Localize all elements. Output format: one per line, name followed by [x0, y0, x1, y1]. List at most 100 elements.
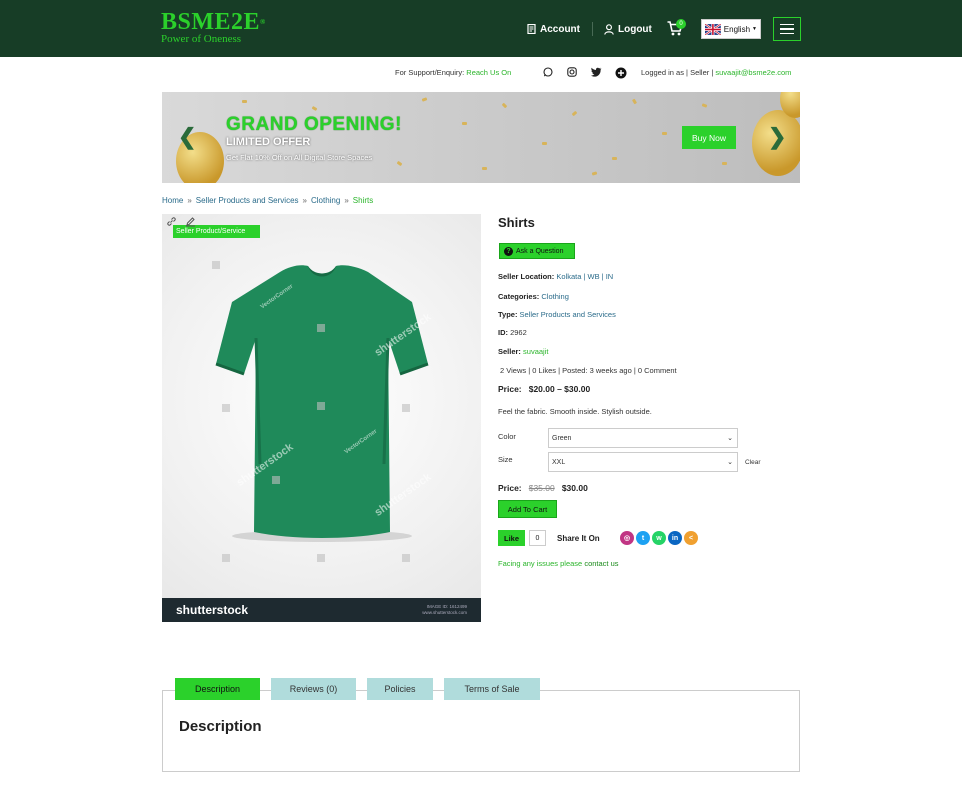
share-icon[interactable]: <: [684, 531, 698, 545]
support-label: For Support/Enquiry:: [395, 68, 465, 77]
watermark-square: [222, 554, 230, 562]
logged-in-label: Logged in as: [641, 68, 684, 77]
confetti: [242, 100, 247, 103]
logout-link[interactable]: Logout: [604, 19, 652, 39]
breadcrumb-separator: »: [302, 196, 307, 205]
tab-description[interactable]: Description: [175, 678, 260, 700]
tab-reviews[interactable]: Reviews (0): [271, 678, 356, 700]
image-tools: [166, 216, 196, 227]
whatsapp-icon[interactable]: w: [652, 531, 666, 545]
type-value[interactable]: Seller Products and Services: [520, 310, 616, 319]
breadcrumb-separator: »: [187, 196, 192, 205]
language-select[interactable]: English ▼: [701, 19, 761, 39]
breadcrumb-home[interactable]: Home: [162, 196, 183, 205]
breadcrumb-separator: »: [344, 196, 349, 205]
link-icon[interactable]: [166, 216, 177, 227]
banner-next-arrow[interactable]: ❯: [768, 126, 786, 148]
footer-info: IMAGE ID: 1612499 www.shutterstock.com: [422, 604, 467, 616]
banner-title: GRAND OPENING!: [226, 114, 402, 135]
size-label: Size: [498, 455, 513, 464]
linkedin-icon[interactable]: in: [668, 531, 682, 545]
price-label: Price:: [498, 384, 522, 394]
watermark-square: [317, 554, 325, 562]
plus-circle-icon[interactable]: [615, 67, 627, 79]
like-count: 0: [529, 530, 546, 546]
nav-divider: [592, 22, 593, 36]
chevron-down-icon: ▼: [752, 26, 757, 32]
breadcrumb: Home» Seller Products and Services» Clothi…: [162, 196, 373, 205]
uk-flag-icon: [705, 23, 721, 35]
reach-us-link[interactable]: Reach Us On: [466, 68, 511, 77]
footer-info-line: www.shutterstock.com: [422, 610, 467, 615]
twitter-icon[interactable]: [591, 67, 602, 77]
logo-brand: BSME2E®: [161, 9, 266, 35]
twitter-icon[interactable]: t: [636, 531, 650, 545]
price-range-value: $20.00 – $30.00: [528, 384, 591, 394]
new-price: $30.00: [561, 483, 588, 493]
confetti: [421, 97, 428, 102]
account-link[interactable]: Account: [527, 19, 580, 39]
watermark-square: [317, 324, 325, 332]
product-image[interactable]: shutterstock shutterstock shutterstock V…: [162, 214, 481, 622]
hamburger-line: [780, 23, 794, 26]
ask-question-button[interactable]: ? Ask a Question: [499, 243, 575, 259]
clear-variation-link[interactable]: Clear: [745, 459, 761, 466]
color-select-value: Green: [552, 434, 572, 442]
seller-label: Seller:: [498, 347, 521, 356]
share-label: Share It On: [557, 534, 600, 543]
confetti: [701, 103, 708, 108]
like-button[interactable]: Like: [498, 530, 525, 546]
confetti: [631, 98, 638, 105]
watermark-square: [402, 404, 410, 412]
instagram-icon[interactable]: [567, 67, 577, 77]
confetti: [722, 162, 727, 165]
seller-location-value[interactable]: Kolkata | WB | IN: [556, 272, 613, 281]
seller-link[interactable]: suvaajit: [523, 347, 548, 356]
breadcrumb-clothing[interactable]: Clothing: [311, 196, 340, 205]
user-email-link[interactable]: suvaajit@bsme2e.com: [715, 68, 791, 77]
type-label: Type:: [498, 310, 518, 319]
description-heading: Description: [179, 718, 262, 735]
site-logo[interactable]: BSME2E® Power of Oneness: [161, 10, 266, 45]
tab-policies[interactable]: Policies: [367, 678, 433, 700]
product-type: Type: Seller Products and Services: [498, 310, 616, 319]
account-icon: [527, 24, 536, 34]
report-issue-text: Facing any issues please: [498, 559, 583, 568]
confetti: [396, 160, 403, 167]
product-id: ID: 2962: [498, 328, 527, 337]
cart-count-badge: 0: [676, 19, 686, 29]
size-select[interactable]: XXL ⌄: [548, 452, 738, 472]
confetti: [571, 110, 578, 117]
price-range: Price: $20.00 – $30.00: [498, 384, 590, 394]
id-label: ID:: [498, 328, 508, 337]
categories: Categories: Clothing: [498, 292, 569, 301]
watermark-square: [212, 261, 220, 269]
confetti: [591, 171, 598, 176]
buy-now-button[interactable]: Buy Now: [682, 126, 736, 149]
whatsapp-icon[interactable]: [543, 67, 553, 77]
promo-banner[interactable]: ❮ ❯ GRAND OPENING! LIMITED OFFER Get Fla…: [162, 92, 800, 183]
report-issue: Facing any issues please contact us: [498, 559, 619, 568]
footer-info-line: IMAGE ID: 1612499: [426, 604, 467, 609]
breadcrumb-current: Shirts: [352, 196, 374, 205]
instagram-icon[interactable]: ◎: [620, 531, 634, 545]
short-description: Feel the fabric. Smooth inside. Stylish …: [498, 407, 652, 416]
hamburger-line: [780, 32, 794, 35]
old-price: $35.00: [528, 483, 555, 493]
logout-label: Logout: [618, 23, 652, 35]
edit-icon[interactable]: [185, 216, 196, 227]
hamburger-line: [780, 28, 794, 30]
account-label: Account: [540, 23, 580, 35]
color-select[interactable]: Green ⌄: [548, 428, 738, 448]
add-to-cart-button[interactable]: Add To Cart: [498, 500, 557, 518]
menu-toggle-button[interactable]: [773, 17, 801, 41]
color-label: Color: [498, 432, 516, 441]
categories-value[interactable]: Clothing: [541, 292, 569, 301]
product-stats: 2 Views | 0 Likes | Posted: 3 weeks ago …: [500, 366, 677, 375]
contact-us-link[interactable]: contact us: [584, 559, 618, 568]
tab-terms-of-sale[interactable]: Terms of Sale: [444, 678, 540, 700]
banner-text: Get Flat 10% Off on All Digital Store Sp…: [226, 153, 373, 162]
banner-prev-arrow[interactable]: ❮: [178, 126, 196, 148]
breadcrumb-seller-products[interactable]: Seller Products and Services: [196, 196, 299, 205]
ask-question-label: Ask a Question: [516, 247, 564, 255]
